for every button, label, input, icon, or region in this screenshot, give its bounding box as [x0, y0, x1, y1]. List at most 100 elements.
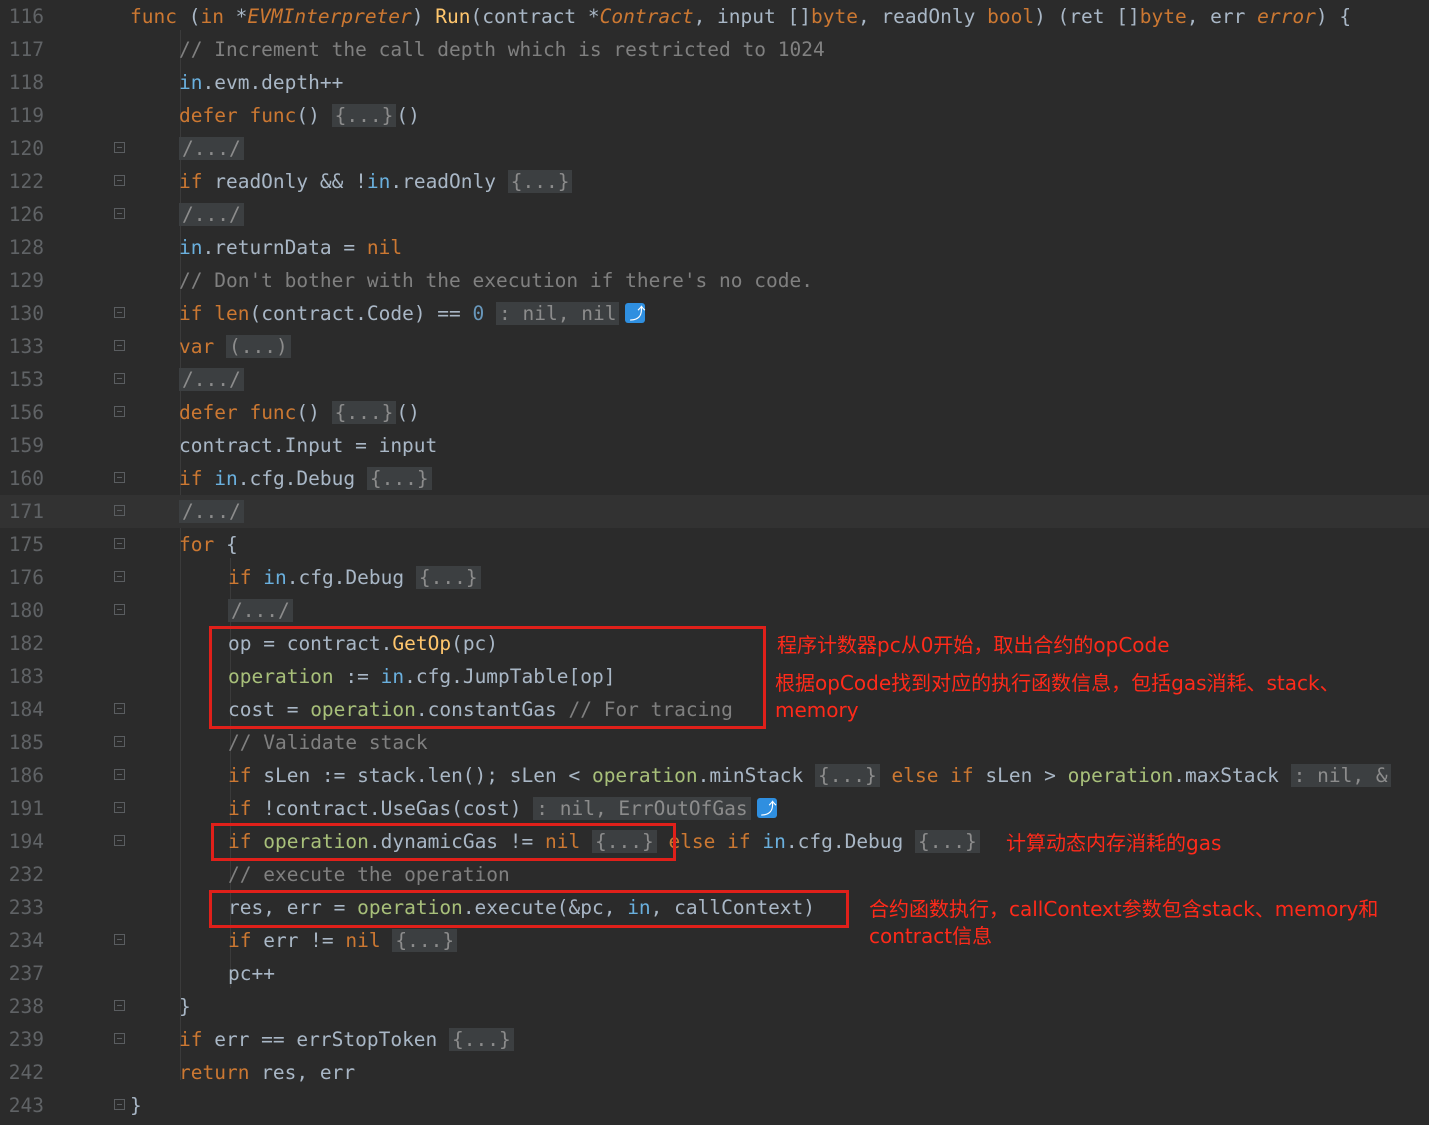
code-line[interactable]: 118 in.evm.depth++ — [0, 66, 1429, 99]
code-line[interactable]: 159 contract.Input = input — [0, 429, 1429, 462]
code-line[interactable]: 186 if sLen := stack.len(); sLen < operat… — [0, 759, 1429, 792]
code-token: Contract — [599, 5, 694, 28]
line-number: 180 — [8, 599, 44, 622]
fold-toggle-icon[interactable] — [114, 340, 125, 351]
annotation-jump-table: 根据opCode找到对应的执行函数信息，包括gas消耗、stack、 memor… — [775, 671, 1340, 722]
code-line[interactable]: 176 if in.cfg.Debug {...} — [0, 561, 1429, 594]
fold-toggle-icon[interactable] — [114, 604, 125, 615]
code-line[interactable]: 120 /.../ — [0, 132, 1429, 165]
fold-toggle-icon[interactable] — [114, 307, 125, 318]
folded-region[interactable]: {...} — [815, 764, 880, 787]
code-line[interactable]: 242 return res, err — [0, 1056, 1429, 1089]
folded-region[interactable]: {...} — [507, 170, 573, 193]
folded-region[interactable]: /.../ — [179, 500, 244, 523]
code-line[interactable]: 243} — [0, 1089, 1429, 1122]
code-line[interactable]: 191 if !contract.UseGas(cost) : nil, ErrO… — [0, 792, 1429, 825]
folded-region[interactable]: {...} — [449, 1028, 514, 1051]
code-token: err != — [251, 929, 346, 952]
folded-region[interactable]: /.../ — [179, 137, 244, 160]
code-line[interactable]: 238} — [0, 990, 1429, 1023]
code-line[interactable]: 122 if readOnly && !in.readOnly {...} — [0, 165, 1429, 198]
fold-toggle-icon[interactable] — [114, 142, 125, 153]
code-line[interactable]: 129 // Don't bother with the execution if… — [0, 264, 1429, 297]
folded-region[interactable]: {...} — [915, 830, 980, 853]
code-token: // Validate stack — [228, 731, 428, 754]
code-line[interactable]: 130 if len(contract.Code) == 0 : nil, nil — [0, 297, 1429, 330]
code-line[interactable]: 133 var (...) — [0, 330, 1429, 363]
folded-region[interactable]: {...} — [392, 929, 458, 952]
fold-toggle-icon[interactable] — [114, 406, 125, 417]
code-token: .cfg.Debug — [286, 566, 416, 589]
code-text: if len(contract.Code) == 0 : nil, nil — [179, 297, 645, 330]
fold-toggle-icon[interactable] — [114, 472, 125, 483]
folded-region[interactable]: {...} — [366, 467, 432, 490]
code-token: sLen > — [973, 764, 1068, 787]
code-token: if — [228, 764, 252, 787]
code-line[interactable]: 175 for { — [0, 528, 1429, 561]
code-token: } — [130, 1094, 142, 1117]
code-line[interactable]: 239 if err == errStopToken {...} — [0, 1023, 1429, 1056]
folded-region[interactable]: : nil, ErrOutOfGas — [533, 797, 751, 820]
code-text: if err != nil {...} — [228, 924, 458, 957]
folded-region[interactable]: {...} — [415, 566, 481, 589]
code-line[interactable]: 237 pc++ — [0, 957, 1429, 990]
fold-toggle-icon[interactable] — [114, 835, 125, 846]
fold-toggle-icon[interactable] — [114, 1033, 125, 1044]
code-line[interactable]: 156 defer func() {...}() — [0, 396, 1429, 429]
folded-region[interactable]: /.../ — [179, 203, 244, 226]
folded-region[interactable]: {...} — [331, 104, 397, 127]
code-token: Run — [435, 5, 471, 28]
highlight-box-dynamic-gas — [211, 823, 676, 861]
code-line[interactable]: 126 /.../ — [0, 198, 1429, 231]
code-line[interactable]: 153 /.../ — [0, 363, 1429, 396]
code-token: { — [214, 533, 238, 556]
line-number: 175 — [8, 533, 44, 556]
code-line[interactable]: 185 // Validate stack — [0, 726, 1429, 759]
code-token: if — [228, 797, 252, 820]
fold-toggle-icon[interactable] — [114, 802, 125, 813]
code-line[interactable]: 180 /.../ — [0, 594, 1429, 627]
annotation-program-counter: 程序计数器pc从0开始，取出合约的opCode — [777, 633, 1170, 657]
fold-toggle-icon[interactable] — [114, 703, 125, 714]
code-editor[interactable]: 116 func (in *EVMInterpreter) Run(contrac… — [0, 0, 1429, 1125]
folded-region[interactable]: /.../ — [228, 599, 293, 622]
line-number: 243 — [8, 1094, 44, 1117]
fold-toggle-icon[interactable] — [114, 208, 125, 219]
fold-toggle-icon[interactable] — [114, 175, 125, 186]
fold-toggle-icon[interactable] — [114, 934, 125, 945]
folded-region[interactable]: (...) — [225, 335, 291, 358]
code-text: } — [130, 1089, 142, 1122]
code-line[interactable]: 171 /.../ — [0, 495, 1429, 528]
line-number: 233 — [8, 896, 44, 919]
line-number: 122 — [8, 170, 44, 193]
code-token: () — [396, 104, 420, 127]
folded-region[interactable]: /.../ — [179, 368, 244, 391]
fold-toggle-icon[interactable] — [114, 373, 125, 384]
code-text: // Don't bother with the execution if th… — [179, 264, 813, 297]
code-line[interactable]: 116 func (in *EVMInterpreter) Run(contrac… — [0, 0, 1429, 33]
fold-toggle-icon[interactable] — [114, 736, 125, 747]
code-line[interactable]: 119 defer func() {...}() — [0, 99, 1429, 132]
fold-toggle-icon[interactable] — [114, 505, 125, 516]
code-line[interactable]: 128 in.returnData = nil — [0, 231, 1429, 264]
line-number: 120 — [8, 137, 44, 160]
line-number: 186 — [8, 764, 44, 787]
folded-region[interactable]: : nil, nil — [496, 302, 620, 325]
fold-toggle-icon[interactable] — [114, 1099, 125, 1110]
line-number: 159 — [8, 434, 44, 457]
fold-toggle-icon[interactable] — [114, 571, 125, 582]
code-token: if — [179, 467, 203, 490]
code-token: .evm.depth++ — [202, 71, 344, 94]
folded-region[interactable]: {...} — [331, 401, 397, 424]
code-line[interactable]: 160 if in.cfg.Debug {...} — [0, 462, 1429, 495]
code-line[interactable]: 232 // execute the operation — [0, 858, 1429, 891]
code-token: (contract.Code) == — [249, 302, 473, 325]
code-line[interactable]: 117 // Increment the call depth which is … — [0, 33, 1429, 66]
fold-toggle-icon[interactable] — [114, 769, 125, 780]
folded-region[interactable]: : nil, & — [1290, 764, 1391, 787]
fold-toggle-icon[interactable] — [114, 538, 125, 549]
code-text: if in.cfg.Debug {...} — [179, 462, 432, 495]
fold-toggle-icon[interactable] — [114, 1000, 125, 1011]
code-token: defer — [179, 401, 238, 424]
